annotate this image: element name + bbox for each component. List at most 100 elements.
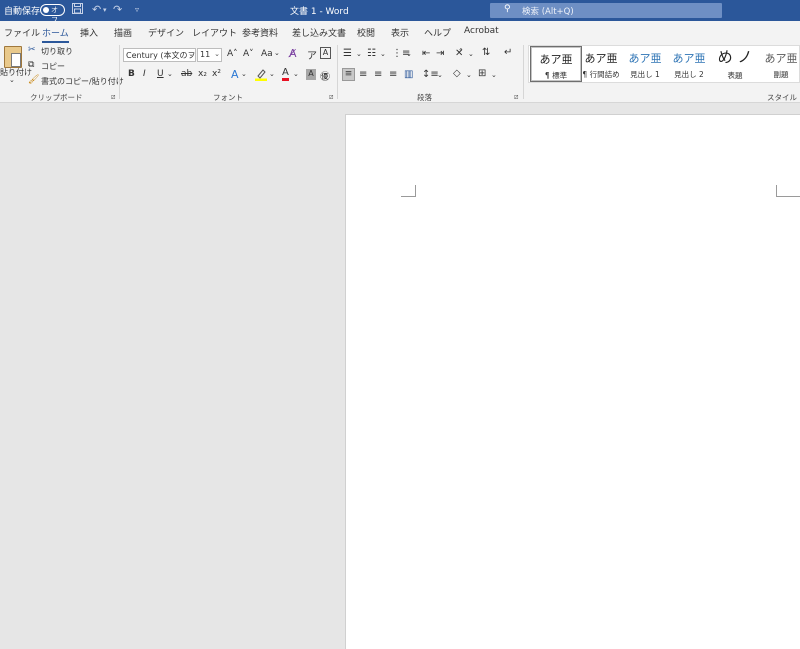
paste-dropdown-icon[interactable]: ⌄ xyxy=(9,76,15,84)
clipboard-launcher-icon[interactable]: ⧄ xyxy=(111,93,115,102)
document-title: 文書 1 - Word xyxy=(290,7,349,17)
chevron-down-icon[interactable]: ⌄ xyxy=(491,71,497,79)
save-icon[interactable] xyxy=(72,3,83,17)
tab-help[interactable]: ヘルプ xyxy=(424,26,451,39)
align-right-icon[interactable]: ≡ xyxy=(374,69,382,80)
justify-icon[interactable]: ≡ xyxy=(389,69,397,80)
chevron-down-icon[interactable]: ⌄ xyxy=(274,49,280,57)
highlight-icon[interactable] xyxy=(255,68,267,84)
chevron-down-icon[interactable]: ⌄ xyxy=(241,70,247,78)
tab-design[interactable]: デザイン xyxy=(148,26,184,39)
group-divider xyxy=(337,45,338,99)
tab-draw[interactable]: 描画 xyxy=(114,26,132,39)
sort-icon[interactable]: ⇅ xyxy=(482,47,490,58)
style-heading-2[interactable]: あア亜 見出し 2 xyxy=(663,46,715,82)
tab-mailings[interactable]: 差し込み文書 xyxy=(292,26,346,39)
numbering-icon[interactable]: ☷ xyxy=(367,48,376,59)
align-center-icon[interactable]: ≡ xyxy=(359,69,367,80)
group-divider xyxy=(523,45,524,99)
align-left-icon[interactable]: ≡ xyxy=(342,68,355,81)
grow-font-button[interactable]: A˄ xyxy=(227,49,238,59)
underline-button[interactable]: U xyxy=(157,69,164,79)
chevron-down-icon[interactable]: ⌄ xyxy=(269,70,275,78)
font-name-combo[interactable]: Century (本文のフ ⌄ xyxy=(123,48,196,62)
document-page[interactable] xyxy=(345,114,800,649)
shading-icon[interactable]: ◇ xyxy=(453,68,461,79)
format-painter-icon[interactable]: 🖌 xyxy=(28,75,39,85)
chevron-down-icon: ⌄ xyxy=(214,50,220,58)
margin-corner-top-left xyxy=(401,185,416,197)
tab-view[interactable]: 表示 xyxy=(391,26,409,39)
show-marks-icon[interactable]: ↵ xyxy=(504,47,512,58)
phonetic-guide-icon[interactable]: ア xyxy=(307,47,317,62)
style-name: 副題 xyxy=(773,70,789,79)
chevron-down-icon[interactable]: ⌄ xyxy=(380,50,386,58)
chevron-down-icon[interactable]: ⌄ xyxy=(468,50,474,58)
tab-layout[interactable]: レイアウト xyxy=(192,26,237,39)
enclose-characters-icon[interactable]: A xyxy=(320,47,331,59)
chevron-down-icon[interactable]: ⌄ xyxy=(406,50,412,58)
ribbon-tabs: ファイル ホーム 挿入 描画 デザイン レイアウト 参考資料 差し込み文書 校閲… xyxy=(0,21,800,43)
chevron-down-icon[interactable]: ⌄ xyxy=(437,71,443,79)
chevron-down-icon[interactable]: ⌄ xyxy=(466,71,472,79)
tab-references[interactable]: 参考資料 xyxy=(242,26,278,39)
undo-icon[interactable]: ↶ xyxy=(92,3,101,16)
font-size-value: 11 xyxy=(200,50,211,59)
change-case-button[interactable]: Aa xyxy=(261,49,273,59)
strikethrough-button[interactable]: ab xyxy=(181,69,192,79)
autosave-label: 自動保存 xyxy=(4,7,41,17)
asian-layout-icon[interactable]: ✕̂ xyxy=(455,48,463,59)
paragraph-launcher-icon[interactable]: ⧄ xyxy=(514,93,518,102)
copy-button[interactable]: コピー xyxy=(41,61,65,72)
style-title[interactable]: め ノ 表題 xyxy=(709,46,761,82)
subscript-button[interactable]: x₂ xyxy=(198,69,207,79)
chevron-down-icon[interactable]: ⌄ xyxy=(167,70,173,78)
cut-icon[interactable]: ✂ xyxy=(28,45,36,55)
chevron-down-icon[interactable]: ⌄ xyxy=(356,50,362,58)
copy-icon[interactable]: ⧉ xyxy=(28,60,34,70)
font-size-combo[interactable]: 11 ⌄ xyxy=(197,48,222,62)
distribute-icon[interactable]: ▥ xyxy=(404,69,413,80)
superscript-button[interactable]: x² xyxy=(212,69,221,79)
styles-group-label: スタイル xyxy=(767,93,797,102)
format-painter-button[interactable]: 書式のコピー/貼り付け xyxy=(41,76,124,87)
cut-button[interactable]: 切り取り xyxy=(41,46,73,57)
ribbon-home: 貼り付け ⌄ ✂ 切り取り ⧉ コピー 🖌 書式のコピー/貼り付け クリップボー… xyxy=(0,43,800,103)
clear-formatting-icon[interactable]: A̸ xyxy=(289,47,297,60)
tab-file[interactable]: ファイル xyxy=(4,26,40,39)
chevron-down-icon: ⌄ xyxy=(188,50,194,58)
italic-button[interactable]: I xyxy=(143,69,146,79)
title-bar: 自動保存 オフ ↶ ▾ ↷ ▿ 文書 1 - Word ⚲ 検索 (Alt+Q) xyxy=(0,0,800,24)
search-box[interactable]: ⚲ 検索 (Alt+Q) xyxy=(490,3,722,18)
font-group-label: フォント xyxy=(213,93,243,102)
style-sample: あア亜 xyxy=(764,52,798,65)
search-placeholder: 検索 (Alt+Q) xyxy=(522,7,574,17)
bullets-icon[interactable]: ☰ xyxy=(343,48,352,59)
clipboard-group-label: クリップボード xyxy=(30,93,83,102)
tab-home[interactable]: ホーム xyxy=(42,26,69,43)
customize-qat-icon[interactable]: ▿ xyxy=(135,5,139,14)
increase-indent-icon[interactable]: ⇥ xyxy=(436,48,444,59)
tab-insert[interactable]: 挿入 xyxy=(80,26,98,39)
font-name-value: Century (本文のフ xyxy=(126,51,196,60)
autosave-toggle[interactable]: オフ xyxy=(40,4,65,24)
text-effects-button[interactable]: A xyxy=(231,68,239,81)
borders-icon[interactable]: ⊞ xyxy=(478,68,486,79)
styles-gallery: あア亜 ¶ 標準 あア亜 ¶ 行間詰め あア亜 見出し 1 あア亜 見出し 2 … xyxy=(528,45,800,83)
font-launcher-icon[interactable]: ⧄ xyxy=(329,93,333,102)
enclose-circle-icon[interactable]: ㊝ xyxy=(320,68,330,83)
character-shading-button[interactable]: A xyxy=(306,69,316,80)
tab-acrobat[interactable]: Acrobat xyxy=(464,26,499,36)
shrink-font-button[interactable]: A˅ xyxy=(243,49,254,59)
chevron-down-icon[interactable]: ⌄ xyxy=(293,70,299,78)
redo-icon[interactable]: ↷ xyxy=(113,3,122,16)
undo-dropdown-icon[interactable]: ▾ xyxy=(103,6,107,14)
bold-button[interactable]: B xyxy=(128,69,135,79)
tab-review[interactable]: 校閲 xyxy=(357,26,375,39)
font-color-button[interactable]: A xyxy=(282,68,289,81)
style-subtitle[interactable]: あア亜 副題 xyxy=(755,46,800,82)
margin-corner-top-right xyxy=(776,185,800,197)
decrease-indent-icon[interactable]: ⇤ xyxy=(422,48,430,59)
document-canvas[interactable] xyxy=(0,103,800,649)
paste-icon[interactable] xyxy=(4,46,22,68)
